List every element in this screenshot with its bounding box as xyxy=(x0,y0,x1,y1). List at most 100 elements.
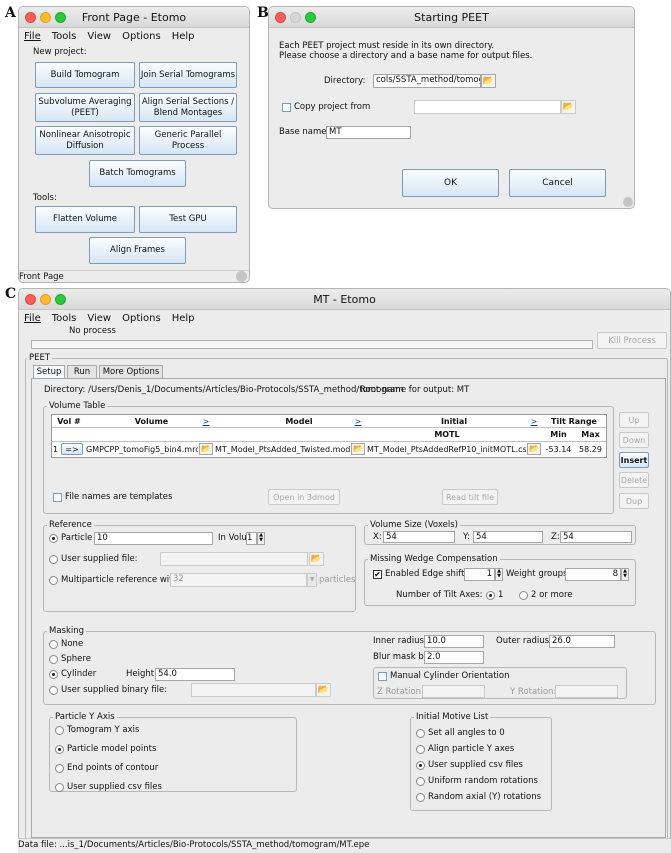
folder-icon[interactable]: 📂 xyxy=(351,443,365,455)
menu-options[interactable]: Options xyxy=(122,31,161,42)
model-expand-button[interactable]: > xyxy=(351,416,365,427)
resize-grip-icon[interactable] xyxy=(623,197,633,207)
close-icon[interactable] xyxy=(25,12,36,23)
base-name-input[interactable]: MT xyxy=(326,126,411,139)
ok-button[interactable]: OK xyxy=(402,169,499,197)
align-frames-button[interactable]: Align Frames xyxy=(89,237,186,264)
dup-button[interactable]: Dup xyxy=(619,493,649,509)
row-model[interactable]: MT_Model_PtsAdded_Twisted.mod xyxy=(215,444,350,455)
y-axis-model-points-radio[interactable] xyxy=(55,745,64,754)
down-button[interactable]: Down xyxy=(619,432,649,448)
zoom-icon[interactable] xyxy=(55,12,66,23)
initial-expand-button[interactable]: > xyxy=(527,416,541,427)
cancel-button[interactable]: Cancel xyxy=(509,169,606,197)
enabled-checkbox[interactable]: ✔ xyxy=(373,570,382,579)
row-motl[interactable]: MT_Model_PtsAddedRefP10_initMOTL.csv xyxy=(367,444,526,455)
nonlinear-diffusion-button[interactable]: Nonlinear Anisotropic Diffusion xyxy=(35,126,135,155)
copy-project-checkbox[interactable] xyxy=(282,103,291,112)
minimize-icon[interactable] xyxy=(290,12,301,23)
row-tilt-min[interactable]: -53.14 xyxy=(543,444,574,455)
user-file-input[interactable] xyxy=(160,552,308,566)
in-volume-spinner[interactable]: ▲ ▼ xyxy=(257,532,265,545)
row-volume[interactable]: GMPCPP_tomoFig5_bin4.mrc xyxy=(86,444,198,455)
folder-icon[interactable]: 📂 xyxy=(561,100,576,114)
chevron-down-icon[interactable]: ▼ xyxy=(307,573,317,587)
mask-cylinder-radio[interactable] xyxy=(49,670,58,679)
inner-radius-input[interactable]: 10.0 xyxy=(424,635,484,648)
z-rotation-input[interactable] xyxy=(422,685,485,698)
flatten-volume-button[interactable]: Flatten Volume xyxy=(35,206,135,233)
close-icon[interactable] xyxy=(25,294,36,305)
tab-setup[interactable]: Setup xyxy=(33,365,65,378)
read-tilt-button[interactable]: Read tilt file xyxy=(442,489,498,505)
folder-icon[interactable]: 📂 xyxy=(309,552,324,566)
volume-expand-button[interactable]: > xyxy=(199,416,213,427)
height-input[interactable]: 54.0 xyxy=(155,668,235,681)
menu-options[interactable]: Options xyxy=(122,313,161,324)
tab-more-options[interactable]: More Options xyxy=(99,365,163,378)
tilt-axes-2-radio[interactable] xyxy=(519,591,528,600)
manual-cylinder-checkbox[interactable] xyxy=(378,672,387,681)
up-button[interactable]: Up xyxy=(619,412,649,428)
build-tomogram-button[interactable]: Build Tomogram xyxy=(35,62,135,88)
folder-icon[interactable]: 📂 xyxy=(527,443,541,455)
minimize-icon[interactable] xyxy=(40,12,51,23)
menu-help[interactable]: Help xyxy=(172,313,195,324)
resize-grip-icon[interactable] xyxy=(236,271,247,282)
motive-axial-radio[interactable] xyxy=(416,793,425,802)
file-templates-checkbox[interactable] xyxy=(53,493,62,502)
motive-uniform-radio[interactable] xyxy=(416,777,425,786)
folder-icon[interactable]: 📂 xyxy=(481,74,496,88)
directory-input[interactable]: cols/SSTA_method/tomogram xyxy=(373,74,481,88)
tilt-axes-1-radio[interactable] xyxy=(486,591,495,600)
row-tilt-max[interactable]: 58.29 xyxy=(575,444,606,455)
edge-shift-input[interactable]: 1 xyxy=(464,568,495,581)
tab-run[interactable]: Run xyxy=(67,365,97,378)
y-input[interactable]: 54 xyxy=(473,531,543,543)
x-input[interactable]: 54 xyxy=(383,531,455,543)
zoom-icon[interactable] xyxy=(55,294,66,305)
join-serial-button[interactable]: Join Serial Tomograms xyxy=(139,62,237,88)
menu-file[interactable]: File xyxy=(24,31,41,42)
menu-tools[interactable]: Tools xyxy=(52,313,77,324)
menu-tools[interactable]: Tools xyxy=(52,31,77,42)
z-input[interactable]: 54 xyxy=(560,531,632,543)
edge-shift-spinner[interactable]: ▲ ▼ xyxy=(495,568,503,581)
y-axis-end-points-radio[interactable] xyxy=(55,764,64,773)
in-volume-input[interactable]: 1 xyxy=(246,532,257,545)
kill-process-button[interactable]: Kill Process xyxy=(597,332,667,349)
close-icon[interactable] xyxy=(275,12,286,23)
y-axis-csv-radio[interactable] xyxy=(55,783,64,792)
y-axis-tomogram-radio[interactable] xyxy=(55,726,64,735)
menu-view[interactable]: View xyxy=(87,31,111,42)
generic-parallel-button[interactable]: Generic Parallel Process xyxy=(139,126,237,155)
motive-csv-radio[interactable] xyxy=(416,761,425,770)
subvolume-averaging-button[interactable]: Subvolume Averaging (PEET) xyxy=(35,93,135,122)
folder-icon[interactable]: 📂 xyxy=(316,683,331,697)
y-rotation-input[interactable] xyxy=(555,685,618,698)
weight-groups-spinner[interactable]: ▲ ▼ xyxy=(621,568,629,581)
multiparticle-select[interactable]: 32 xyxy=(170,573,307,587)
open-3dmod-button[interactable]: Open in 3dmod xyxy=(268,489,340,505)
minimize-icon[interactable] xyxy=(40,294,51,305)
mask-binary-radio[interactable] xyxy=(49,686,58,695)
insert-button[interactable]: Insert xyxy=(619,452,649,468)
test-gpu-button[interactable]: Test GPU xyxy=(139,206,237,233)
particle-input[interactable]: 10 xyxy=(94,532,213,545)
mask-none-radio[interactable] xyxy=(49,640,58,649)
zoom-icon[interactable] xyxy=(305,12,316,23)
batch-tomograms-button[interactable]: Batch Tomograms xyxy=(89,160,186,187)
blur-input[interactable]: 2.0 xyxy=(424,651,484,664)
user-file-radio[interactable] xyxy=(49,555,58,564)
folder-icon[interactable]: 📂 xyxy=(199,443,213,455)
weight-groups-input[interactable]: 8 xyxy=(565,568,621,581)
particle-radio[interactable] xyxy=(49,534,58,543)
multiparticle-radio[interactable] xyxy=(49,576,58,585)
menu-help[interactable]: Help xyxy=(172,31,195,42)
motive-align-radio[interactable] xyxy=(416,745,425,754)
outer-radius-input[interactable]: 26.0 xyxy=(549,635,615,648)
copy-project-input[interactable] xyxy=(414,100,561,114)
align-serial-button[interactable]: Align Serial Sections / Blend Montages xyxy=(139,93,237,122)
binary-file-input[interactable] xyxy=(191,683,316,697)
motive-zero-radio[interactable] xyxy=(416,729,425,738)
